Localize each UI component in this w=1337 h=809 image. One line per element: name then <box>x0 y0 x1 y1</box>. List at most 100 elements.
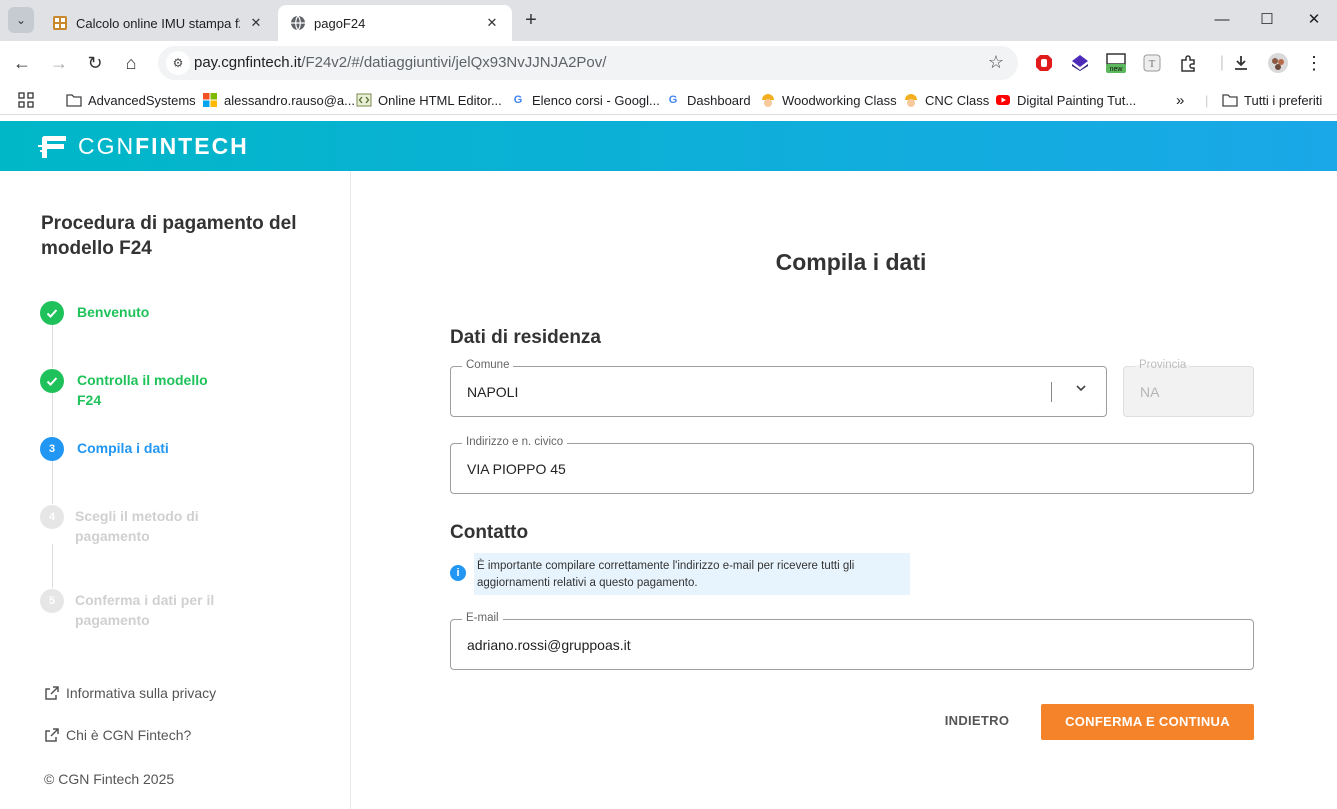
email-label: E-mail <box>462 612 503 624</box>
tab-title: pagoF24 <box>314 15 366 31</box>
back-arrow-icon[interactable]: ← <box>10 51 34 75</box>
bookmark-cnc-class[interactable]: CNC Class <box>903 91 989 109</box>
site-info-icon[interactable]: ⚙ <box>166 51 190 75</box>
step-number: 3 <box>40 437 64 461</box>
confirm-continue-button[interactable]: CONFERMA E CONTINUA <box>1041 704 1254 740</box>
indirizzo-input[interactable]: Indirizzo e n. civico VIA PIOPPO 45 <box>450 436 1254 494</box>
step-compila-dati[interactable]: 3 Compila i dati <box>40 437 227 461</box>
bookmark-label: Dashboard <box>687 92 751 108</box>
step-connector <box>52 544 53 588</box>
bookmark-label: Tutti i preferiti <box>1244 92 1323 108</box>
check-icon <box>40 301 64 325</box>
link-label: Chi è CGN Fintech? <box>66 727 192 743</box>
tab-search-button[interactable]: ⌄ <box>8 7 34 33</box>
bookmark-label: Digital Painting Tut... <box>1017 92 1137 108</box>
brand-header: CGNFINTECH <box>0 121 1337 171</box>
step-controlla-modello[interactable]: Controlla il modello F24 <box>40 369 227 410</box>
info-text: È importante compilare correttamente l'i… <box>477 560 855 589</box>
window-close-icon[interactable]: ✕ <box>1302 8 1326 32</box>
browser-tabstrip: ⌄ Calcolo online IMU stampa f24 ✕ pagoF2… <box>0 0 1337 41</box>
external-link-icon <box>45 728 59 742</box>
apps-grid-icon[interactable] <box>18 91 34 109</box>
step-number: 4 <box>40 505 64 529</box>
svg-text:T: T <box>1149 58 1156 70</box>
forward-arrow-icon[interactable]: → <box>47 51 71 75</box>
chevron-down-icon[interactable] <box>1074 381 1088 395</box>
back-button[interactable]: INDIETRO <box>933 703 1021 739</box>
globe-icon <box>291 15 305 31</box>
calculator-favicon-icon <box>53 16 67 30</box>
bookmark-digital-painting[interactable]: Digital Painting Tut... <box>995 91 1136 109</box>
bookmark-all-favorites[interactable]: Tutti i preferiti <box>1222 91 1322 109</box>
minimize-icon[interactable]: — <box>1210 8 1234 32</box>
email-input[interactable]: E-mail adriano.rossi@gruppoas.it <box>450 612 1254 670</box>
bookmark-elenco-corsi[interactable]: G Elenco corsi - Googl... <box>510 91 660 109</box>
step-label: Compila i dati <box>77 440 169 456</box>
about-cgn-link[interactable]: Chi è CGN Fintech? <box>44 727 191 743</box>
google-icon: G <box>668 94 678 106</box>
kebab-menu-icon[interactable]: ⋮ <box>1302 51 1326 75</box>
step-number: 5 <box>40 589 64 613</box>
step-label: Benvenuto <box>77 304 150 320</box>
text-extension-icon[interactable]: T <box>1140 51 1164 75</box>
download-icon[interactable] <box>1229 51 1253 75</box>
folder-icon <box>66 94 82 107</box>
new-tab-button[interactable]: + <box>520 10 542 32</box>
bookmark-label: Elenco corsi - Googl... <box>532 92 660 108</box>
chevron-down-icon: ⌄ <box>15 13 27 27</box>
bookmark-alessandro[interactable]: alessandro.rauso@a... <box>202 91 355 109</box>
google-icon: G <box>513 94 523 106</box>
reload-icon[interactable]: ↻ <box>83 51 107 75</box>
email-info-box: È importante compilare correttamente l'i… <box>474 553 910 595</box>
comune-label: Comune <box>462 359 514 371</box>
comune-select[interactable]: Comune NAPOLI <box>450 359 1107 417</box>
puzzle-extensions-icon[interactable] <box>1176 51 1200 75</box>
provincia-field: Provincia NA <box>1123 359 1254 417</box>
close-icon[interactable]: ✕ <box>248 15 264 31</box>
address-bar[interactable]: ⚙ pay.cgnfintech.it/F24v2/#/datiaggiunti… <box>158 46 1018 80</box>
url-text: pay.cgnfintech.it/F24v2/#/datiaggiuntivi… <box>194 54 607 71</box>
privacy-link[interactable]: Informativa sulla privacy <box>44 685 216 701</box>
step-conferma-dati: 5 Conferma i dati per il pagamento <box>40 589 225 630</box>
brand-wordmark: CGNFINTECH <box>78 133 249 159</box>
step-metodo-pagamento: 4 Scegli il metodo di pagamento <box>40 505 225 546</box>
folder-icon <box>1222 94 1238 107</box>
provincia-value: NA <box>1140 384 1160 400</box>
contact-section-title: Contatto <box>450 522 529 543</box>
bookmark-label: CNC Class <box>925 92 990 108</box>
step-label: Scegli il metodo di pagamento <box>75 508 199 544</box>
check-icon <box>40 369 64 393</box>
worker-icon <box>905 94 917 107</box>
profile-avatar[interactable] <box>1266 51 1290 75</box>
step-connector <box>52 460 53 504</box>
bookmark-advancedsystems[interactable]: AdvancedSystems <box>66 91 196 109</box>
maximize-icon[interactable]: ☐ <box>1255 8 1279 32</box>
bookmark-woodworking[interactable]: Woodworking Class <box>760 91 897 109</box>
select-divider <box>1051 382 1052 402</box>
procedure-title: Procedura di pagamento del modello F24 <box>41 213 297 259</box>
cgn-fintech-logo[interactable]: CGNFINTECH <box>38 133 249 160</box>
youtube-icon <box>996 95 1010 105</box>
provincia-label: Provincia <box>1135 359 1191 371</box>
step-benvenuto[interactable]: Benvenuto <box>40 301 227 325</box>
bookmark-label: alessandro.rauso@a... <box>224 92 355 108</box>
info-icon: i <box>450 565 466 581</box>
worker-icon <box>762 94 774 107</box>
residence-section-title: Dati di residenza <box>450 327 601 348</box>
home-icon[interactable]: ⌂ <box>119 51 143 75</box>
layers-extension-icon[interactable] <box>1068 51 1092 75</box>
close-icon[interactable]: ✕ <box>484 15 500 31</box>
bookmark-star-icon[interactable]: ☆ <box>988 52 1004 73</box>
step-label: Conferma i dati per il pagamento <box>75 592 215 628</box>
bookmark-label: Online HTML Editor... <box>378 92 502 108</box>
external-link-icon <box>45 686 59 700</box>
microsoft-icon <box>203 93 217 107</box>
adblock-extension-icon[interactable] <box>1032 51 1056 75</box>
main-form-area: Compila i dati Dati di residenza Comune … <box>351 171 1337 809</box>
screenshot-extension-icon[interactable]: new <box>1104 51 1128 75</box>
bookmark-html-editor[interactable]: Online HTML Editor... <box>356 91 502 109</box>
tab-pagof24[interactable]: pagoF24 ✕ <box>278 5 512 41</box>
bookmark-dashboard[interactable]: G Dashboard <box>665 91 751 109</box>
tab-calcolo-imu[interactable]: Calcolo online IMU stampa f24 ✕ <box>40 5 276 41</box>
bookmarks-overflow-chevron[interactable]: » <box>1176 91 1184 109</box>
